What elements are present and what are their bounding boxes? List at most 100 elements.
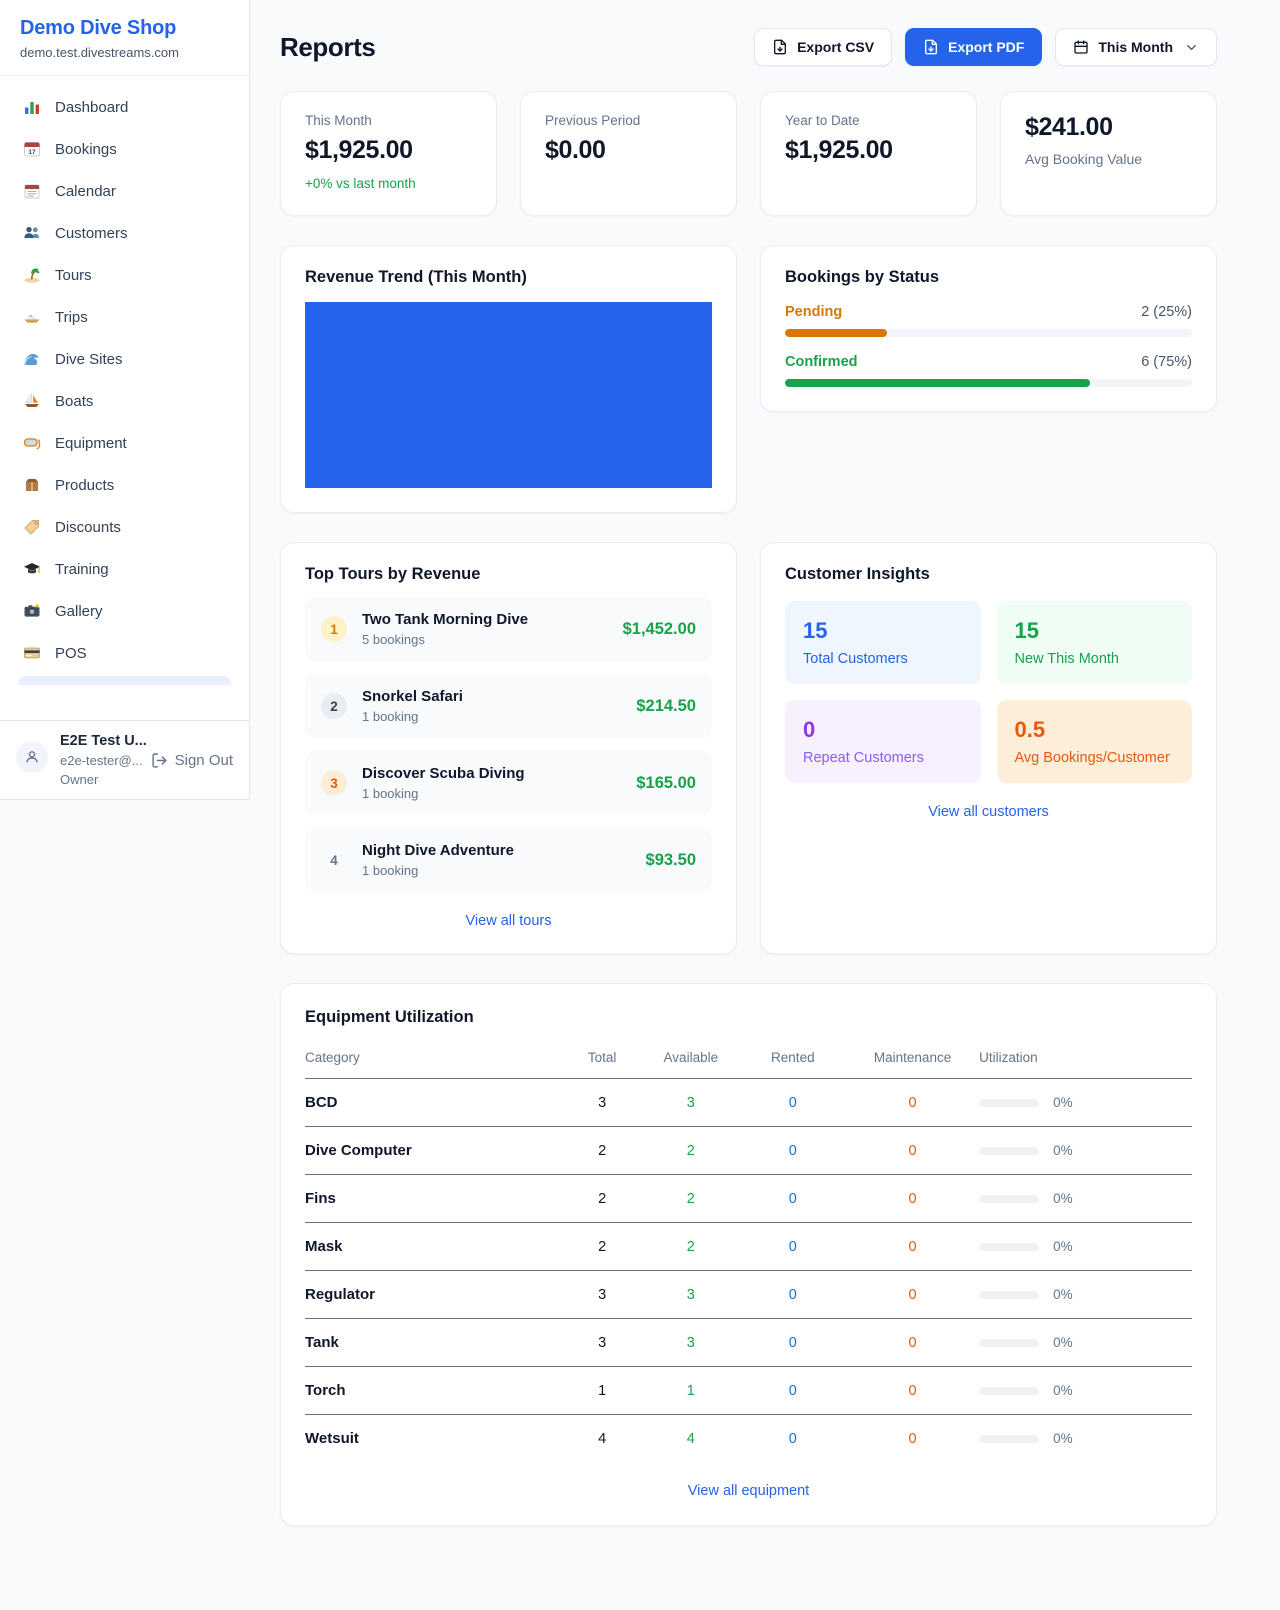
utilization-bar [979, 1339, 1039, 1347]
sidebar-item-label: Gallery [55, 603, 103, 620]
equipment-utilization-card: Equipment Utilization CategoryTotalAvail… [280, 983, 1217, 1526]
sidebar-header: Demo Dive Shop demo.test.divestreams.com [0, 0, 249, 76]
cell-maintenance: 0 [846, 1175, 979, 1223]
sidebar-item-trips[interactable]: Trips [12, 296, 237, 338]
utilization-percent: 0% [1053, 1095, 1073, 1110]
export-csv-button[interactable]: Export CSV [754, 28, 892, 66]
sidebar-item-label: Dashboard [55, 99, 128, 116]
period-dropdown[interactable]: This Month [1055, 28, 1217, 66]
user-role: Owner [60, 772, 233, 787]
sidebar-item-products[interactable]: Products [12, 464, 237, 506]
tour-revenue: $1,452.00 [623, 620, 696, 639]
cell-rented: 0 [740, 1271, 846, 1319]
sidebar: Demo Dive Shop demo.test.divestreams.com… [0, 0, 250, 800]
sidebar-item-equipment[interactable]: Equipment [12, 422, 237, 464]
cell-available: 3 [642, 1319, 740, 1367]
cell-maintenance: 0 [846, 1271, 979, 1319]
cell-utilization: 0% [979, 1079, 1192, 1127]
tour-rank-badge: 4 [321, 847, 347, 873]
cell-total: 3 [562, 1319, 642, 1367]
sidebar-item-reports-active[interactable] [18, 676, 231, 685]
table-row: Wetsuit44000% [305, 1415, 1192, 1463]
chevron-down-icon [1184, 40, 1199, 55]
utilization-percent: 0% [1053, 1335, 1073, 1350]
stat-label: Previous Period [545, 113, 712, 128]
sidebar-item-dashboard[interactable]: Dashboard [12, 86, 237, 128]
insight-tile: 0.5 Avg Bookings/Customer [997, 700, 1193, 783]
calendar-icon [1073, 39, 1089, 55]
cell-utilization: 0% [979, 1271, 1192, 1319]
sidebar-item-customers[interactable]: Customers [12, 212, 237, 254]
sidebar-item-label: Dive Sites [55, 351, 123, 368]
stat-value: $241.00 [1025, 113, 1192, 142]
view-all-equipment-link[interactable]: View all equipment [305, 1483, 1192, 1499]
column-header: Rented [740, 1039, 846, 1079]
insight-label: Avg Bookings/Customer [1015, 750, 1175, 766]
sidebar-item-bookings[interactable]: 17 Bookings [12, 128, 237, 170]
dive-sites-icon [22, 349, 42, 369]
view-all-customers-link[interactable]: View all customers [785, 804, 1192, 820]
cell-rented: 0 [740, 1175, 846, 1223]
discounts-icon [22, 517, 42, 537]
sign-out-button[interactable]: Sign Out [151, 752, 233, 769]
export-pdf-label: Export PDF [948, 39, 1024, 55]
insight-value: 0.5 [1015, 717, 1175, 743]
utilization-percent: 0% [1053, 1383, 1073, 1398]
cell-rented: 0 [740, 1127, 846, 1175]
utilization-percent: 0% [1053, 1431, 1073, 1446]
cell-total: 2 [562, 1175, 642, 1223]
status-bar-fill [785, 379, 1090, 387]
utilization-bar [979, 1195, 1039, 1203]
sidebar-item-boats[interactable]: Boats [12, 380, 237, 422]
table-row: Fins22000% [305, 1175, 1192, 1223]
file-down-icon [772, 39, 788, 55]
cell-category: Fins [305, 1175, 562, 1223]
insight-tile: 15Total Customers [785, 601, 981, 684]
status-bar-track [785, 379, 1192, 387]
utilization-percent: 0% [1053, 1287, 1073, 1302]
tour-name: Night Dive Adventure [362, 842, 514, 859]
stat-card: Previous Period$0.00 [520, 91, 737, 216]
stat-label: Year to Date [785, 113, 952, 128]
cell-maintenance: 0 [846, 1367, 979, 1415]
equipment-icon [22, 433, 42, 453]
cell-maintenance: 0 [846, 1223, 979, 1271]
sidebar-item-label: Training [55, 561, 109, 578]
bookings-by-status-title: Bookings by Status [785, 268, 1192, 287]
sidebar-item-gallery[interactable]: Gallery [12, 590, 237, 632]
table-row: Torch11000% [305, 1367, 1192, 1415]
cell-category: Regulator [305, 1271, 562, 1319]
utilization-percent: 0% [1053, 1143, 1073, 1158]
tour-rank-badge: 1 [321, 616, 347, 642]
cell-available: 2 [642, 1175, 740, 1223]
top-tours-title: Top Tours by Revenue [305, 565, 712, 584]
cell-total: 3 [562, 1079, 642, 1127]
cell-category: Tank [305, 1319, 562, 1367]
sidebar-item-discounts[interactable]: Discounts [12, 506, 237, 548]
sidebar-item-pos[interactable]: POS [12, 632, 237, 674]
cell-utilization: 0% [979, 1223, 1192, 1271]
calendar-icon [22, 181, 42, 201]
sidebar-item-calendar[interactable]: Calendar [12, 170, 237, 212]
svg-text:17: 17 [28, 149, 36, 156]
status-label: Pending [785, 304, 842, 320]
export-pdf-button[interactable]: Export PDF [905, 28, 1042, 66]
trips-icon [22, 307, 42, 327]
shop-name[interactable]: Demo Dive Shop [20, 17, 229, 40]
sidebar-item-training[interactable]: Training [12, 548, 237, 590]
stat-card: Year to Date$1,925.00 [760, 91, 977, 216]
sidebar-item-tours[interactable]: Tours [12, 254, 237, 296]
sidebar-item-dive-sites[interactable]: Dive Sites [12, 338, 237, 380]
stat-delta: +0% vs last month [305, 176, 472, 191]
cell-utilization: 0% [979, 1367, 1192, 1415]
bookings-icon: 17 [22, 139, 42, 159]
boats-icon [22, 391, 42, 411]
status-label: Confirmed [785, 354, 858, 370]
sidebar-item-label: Bookings [55, 141, 117, 158]
insight-value: 0 [803, 717, 963, 743]
tour-list-item: 4Night Dive Adventure1 booking$93.50 [305, 828, 712, 892]
insight-tile: 15New This Month [997, 601, 1193, 684]
stat-card: This Month$1,925.00+0% vs last month [280, 91, 497, 216]
view-all-tours-link[interactable]: View all tours [305, 913, 712, 929]
utilization-bar [979, 1291, 1039, 1299]
